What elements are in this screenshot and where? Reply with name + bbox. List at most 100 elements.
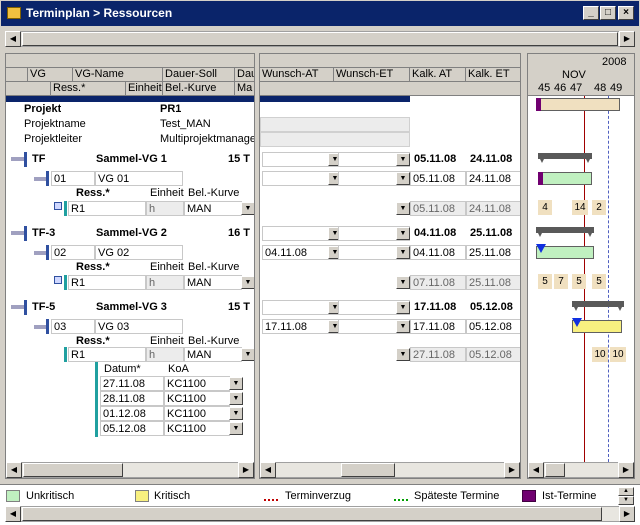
scroll-thumb[interactable] bbox=[22, 32, 618, 46]
vg-name[interactable]: VG 02 bbox=[95, 245, 183, 260]
col-einheit[interactable]: Einheit bbox=[126, 82, 163, 96]
koa-value[interactable]: KC1100 bbox=[164, 421, 230, 436]
scroll-right-icon[interactable]: ▶ bbox=[618, 462, 634, 478]
gantt-scrollbar[interactable]: ◀ ▶ bbox=[528, 462, 634, 478]
close-button[interactable]: × bbox=[618, 6, 634, 20]
group-duration: 15 T bbox=[228, 301, 251, 313]
scroll-left-icon[interactable]: ◀ bbox=[5, 31, 21, 47]
chevron-down-icon[interactable]: ▼ bbox=[396, 172, 410, 185]
chevron-down-icon[interactable]: ▼ bbox=[396, 227, 410, 240]
chevron-down-icon[interactable]: ▼ bbox=[229, 407, 243, 420]
koa-date[interactable]: 28.11.08 bbox=[100, 391, 164, 406]
minimize-button[interactable]: _ bbox=[583, 6, 599, 20]
maximize-button[interactable]: □ bbox=[600, 6, 616, 20]
left-scrollbar[interactable]: ◀ ▶ bbox=[6, 462, 254, 478]
col-dau[interactable]: Dau bbox=[235, 68, 254, 82]
chevron-down-icon[interactable]: ▼ bbox=[241, 348, 254, 361]
col-bel-kurve[interactable]: Bel.-Kurve bbox=[163, 82, 235, 96]
legend-label: Späteste Termine bbox=[414, 490, 500, 502]
koa-date[interactable]: 27.11.08 bbox=[100, 376, 164, 391]
group-id[interactable]: TF-3 bbox=[30, 226, 55, 241]
bottom-scrollbar[interactable]: ◀ ▶ bbox=[5, 506, 635, 522]
scroll-left-icon[interactable]: ◀ bbox=[6, 462, 22, 478]
project-bar[interactable] bbox=[536, 98, 620, 111]
kalk-et: 25.11.08 bbox=[470, 227, 513, 239]
scroll-right-icon[interactable]: ▶ bbox=[619, 31, 635, 47]
vg-name[interactable]: VG 01 bbox=[95, 171, 183, 186]
kalk-et[interactable]: 05.12.08 bbox=[466, 319, 520, 334]
ist-marker bbox=[536, 98, 541, 111]
chevron-down-icon[interactable]: ▼ bbox=[396, 301, 410, 314]
chevron-down-icon[interactable]: ▼ bbox=[396, 153, 410, 166]
group-name[interactable]: Sammel-VG 2 bbox=[94, 226, 167, 241]
kalk-at[interactable]: 04.11.08 bbox=[410, 245, 466, 260]
scroll-thumb[interactable] bbox=[545, 463, 565, 477]
col-ma[interactable]: Ma bbox=[235, 82, 254, 96]
res-einheit[interactable]: h bbox=[146, 201, 184, 216]
scroll-thumb[interactable] bbox=[341, 463, 395, 477]
scroll-thumb[interactable] bbox=[23, 463, 123, 477]
chevron-down-icon[interactable]: ▼ bbox=[396, 348, 410, 361]
res-einheit[interactable]: h bbox=[146, 275, 184, 290]
group-id[interactable]: TF bbox=[30, 152, 45, 167]
col-vg[interactable]: VG bbox=[28, 68, 73, 82]
group-name[interactable]: Sammel-VG 3 bbox=[94, 300, 167, 315]
chevron-down-icon[interactable]: ▼ bbox=[241, 202, 254, 215]
chevron-down-icon[interactable]: ▼ bbox=[229, 377, 243, 390]
kalk-at: 05.11.08 bbox=[410, 201, 466, 216]
koa-value[interactable]: KC1100 bbox=[164, 406, 230, 421]
chevron-down-icon[interactable]: ▼ bbox=[241, 276, 254, 289]
res-kurve[interactable]: MAN bbox=[184, 275, 242, 290]
koa-date[interactable]: 05.12.08 bbox=[100, 421, 164, 436]
scroll-thumb[interactable] bbox=[22, 507, 602, 521]
res-id[interactable]: R1 bbox=[68, 201, 146, 216]
project-name-value[interactable]: Test_MAN bbox=[158, 117, 211, 132]
week-load-label: 2 bbox=[592, 200, 606, 215]
scroll-left-icon[interactable]: ◀ bbox=[528, 462, 544, 478]
chevron-down-icon[interactable]: ▼ bbox=[396, 276, 410, 289]
chevron-down-icon[interactable]: ▼ bbox=[396, 202, 410, 215]
scroll-down-icon[interactable]: ▼ bbox=[618, 496, 634, 505]
col-ress[interactable]: Ress.* bbox=[51, 82, 126, 96]
res-id[interactable]: R1 bbox=[68, 275, 146, 290]
kalk-et[interactable]: 25.11.08 bbox=[466, 245, 520, 260]
koa-value[interactable]: KC1100 bbox=[164, 391, 230, 406]
koa-value[interactable]: KC1100 bbox=[164, 376, 230, 391]
chevron-down-icon[interactable]: ▼ bbox=[396, 246, 410, 259]
col-wunsch-et[interactable]: Wunsch-ET bbox=[334, 68, 410, 82]
scroll-right-icon[interactable]: ▶ bbox=[619, 506, 635, 522]
kalk-at[interactable]: 05.11.08 bbox=[410, 171, 466, 186]
vg-id[interactable]: 01 bbox=[51, 171, 95, 186]
vg-id[interactable]: 03 bbox=[51, 319, 95, 334]
chevron-down-icon[interactable]: ▼ bbox=[229, 392, 243, 405]
task-bar-unkritisch[interactable] bbox=[538, 172, 592, 185]
kalk-et: 05.12.08 bbox=[466, 347, 520, 362]
middle-scrollbar[interactable]: ◀ ▶ bbox=[260, 462, 520, 478]
scroll-right-icon[interactable]: ▶ bbox=[238, 462, 254, 478]
res-kurve[interactable]: MAN bbox=[184, 201, 242, 216]
top-scrollbar[interactable]: ◀ ▶ bbox=[5, 31, 635, 47]
res-kurve[interactable]: MAN bbox=[184, 347, 242, 362]
scroll-up-icon[interactable]: ▲ bbox=[618, 487, 634, 496]
kalk-et[interactable]: 24.11.08 bbox=[466, 171, 520, 186]
vg-id[interactable]: 02 bbox=[51, 245, 95, 260]
scroll-left-icon[interactable]: ◀ bbox=[5, 506, 21, 522]
scroll-right-icon[interactable]: ▶ bbox=[504, 462, 520, 478]
col-kalk-at[interactable]: Kalk. AT bbox=[410, 68, 466, 82]
res-id[interactable]: R1 bbox=[68, 347, 146, 362]
vg-name[interactable]: VG 03 bbox=[95, 319, 183, 334]
project-leader-value[interactable]: Multiprojektmanager bbox=[158, 132, 254, 147]
col-kalk-et[interactable]: Kalk. ET bbox=[466, 68, 520, 82]
group-id[interactable]: TF-5 bbox=[30, 300, 55, 315]
col-vg-name[interactable]: VG-Name bbox=[73, 68, 163, 82]
group-name[interactable]: Sammel-VG 1 bbox=[94, 152, 167, 167]
koa-date[interactable]: 01.12.08 bbox=[100, 406, 164, 421]
kalk-at[interactable]: 17.11.08 bbox=[410, 319, 466, 334]
chevron-down-icon[interactable]: ▼ bbox=[229, 422, 243, 435]
kalk-at: 05.11.08 bbox=[414, 153, 457, 165]
res-einheit[interactable]: h bbox=[146, 347, 184, 362]
scroll-left-icon[interactable]: ◀ bbox=[260, 462, 276, 478]
col-dauer-soll[interactable]: Dauer-Soll bbox=[163, 68, 235, 82]
chevron-down-icon[interactable]: ▼ bbox=[396, 320, 410, 333]
col-wunsch-at[interactable]: Wunsch-AT bbox=[260, 68, 334, 82]
